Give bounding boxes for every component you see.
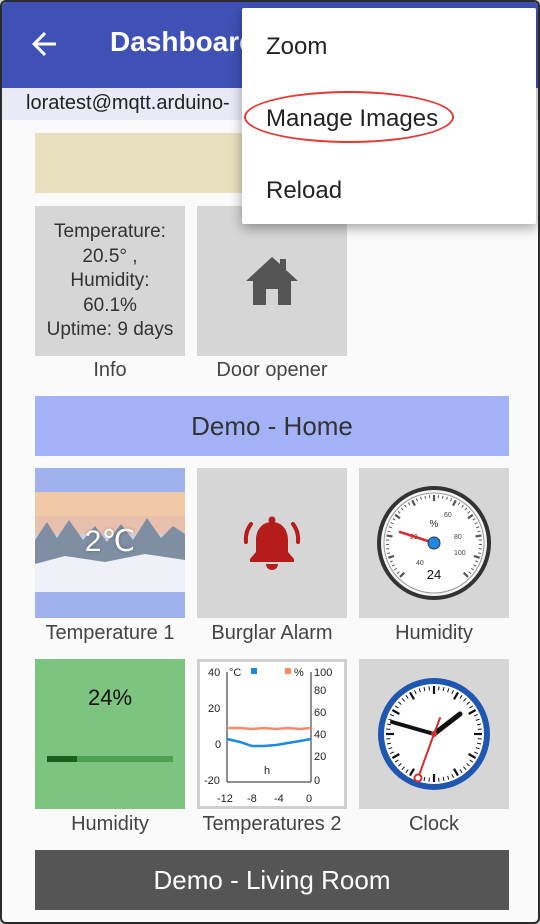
clock-label: Clock [408, 813, 459, 835]
humidity-bar-tile[interactable]: 24% [35, 659, 185, 809]
menu-item-zoom[interactable]: Zoom [266, 33, 327, 61]
info-line: Uptime: 9 days [46, 319, 174, 340]
x-tick-label: -8 [247, 793, 257, 805]
section-header-living-room-label: Demo - Living Room [153, 864, 391, 895]
menu-item-manage-images[interactable]: Manage Images [266, 105, 438, 133]
section-header-demo-home[interactable]: Demo - Home [35, 396, 509, 456]
humidity-series-line [227, 726, 312, 731]
gauge-tick-label: 40 [416, 560, 424, 567]
tick-mark [477, 552, 481, 554]
temperatures2-chart: 40 °C % 100 20 0 -20 80 60 40 20 0 h -12… [204, 667, 332, 805]
section-header-demo-home-label: Demo - Home [191, 410, 353, 441]
tick-mark [475, 534, 482, 538]
back-arrow-icon[interactable] [26, 26, 62, 62]
overflow-menu: Zoom Manage Images Reload [242, 8, 536, 224]
section-header-living-room[interactable]: Demo - Living Room [35, 850, 509, 910]
tick-mark [424, 495, 427, 499]
gauge-unit: % [430, 519, 439, 530]
gauge-tick-label: 60 [444, 512, 452, 519]
info-line: Humidity: [70, 270, 150, 291]
home-icon [246, 257, 298, 305]
humidity-bar-value: 24% [87, 685, 133, 710]
right-tick-label: 60 [314, 707, 326, 719]
temperatures2-label: Temperatures 2 [202, 813, 342, 835]
right-tick-label: 20 [314, 751, 326, 763]
info-tile[interactable]: Temperature: 20.5° , Humidity: 60.1% Upt… [35, 206, 185, 356]
left-tick-label: 0 [215, 739, 221, 751]
celsius-legend-swatch [251, 668, 257, 674]
info-line: 20.5° , [82, 245, 138, 267]
menu-item-reload[interactable]: Reload [266, 177, 342, 205]
app-frame: Dashboard loratest@mqtt.arduino- He Temp… [0, 0, 540, 924]
left-tick-label: -20 [204, 775, 220, 787]
bell-alarm-icon [243, 516, 301, 570]
info-label: Info [93, 359, 127, 381]
humidity-bar-label: Humidity [71, 813, 149, 835]
x-tick-label: -4 [274, 793, 284, 805]
tick-mark [387, 552, 391, 554]
percent-legend-swatch [285, 668, 291, 674]
info-line: 60.1% [83, 294, 137, 316]
temperatures2-tile[interactable]: 40 °C % 100 20 0 -20 80 60 40 20 0 h -12… [197, 659, 347, 809]
burglar-alarm-label: Burglar Alarm [211, 622, 333, 644]
page-title: Dashboard [110, 26, 257, 57]
tick-mark [441, 495, 444, 499]
left-tick-label: 40 [208, 667, 220, 679]
gauge-tick-label: 100 [454, 550, 466, 557]
info-line: Temperature: [54, 221, 166, 242]
temperature1-tile[interactable]: 2℃ [35, 468, 185, 618]
right-tick-label: 0 [314, 775, 320, 787]
right-tick-label: 40 [314, 729, 326, 741]
temperature1-value: 2℃ [84, 525, 136, 558]
right-tick-label: 100 [314, 667, 332, 679]
right-unit-label: % [294, 667, 304, 679]
door-opener-tile[interactable] [197, 206, 347, 356]
burglar-alarm-tile[interactable] [197, 468, 347, 618]
gauge-tick-label: 80 [454, 534, 462, 541]
clock-tile[interactable] [359, 659, 509, 809]
x-unit-label: h [264, 765, 270, 777]
door-opener-label: Door opener [216, 359, 328, 381]
humidity-progress-fill [47, 756, 78, 762]
temperature1-label: Temperature 1 [45, 622, 175, 644]
left-tick-label: 20 [208, 703, 220, 715]
humidity-gauge-label: Humidity [395, 622, 473, 644]
clock-face [378, 678, 490, 790]
right-tick-label: 80 [314, 685, 326, 697]
tick-mark [386, 534, 393, 538]
humidity-gauge: % 24 20 40 60 80 100 [377, 486, 491, 600]
x-tick-label: 0 [306, 793, 312, 805]
x-tick-label: -12 [217, 793, 233, 805]
humidity-progress-track [47, 756, 173, 762]
left-unit-label: °C [229, 667, 241, 679]
humidity-gauge-tile[interactable]: % 24 20 40 60 80 100 [359, 468, 509, 618]
info-text: Temperature: 20.5° , Humidity: 60.1% Upt… [35, 220, 185, 343]
gauge-value: 24 [427, 567, 441, 582]
